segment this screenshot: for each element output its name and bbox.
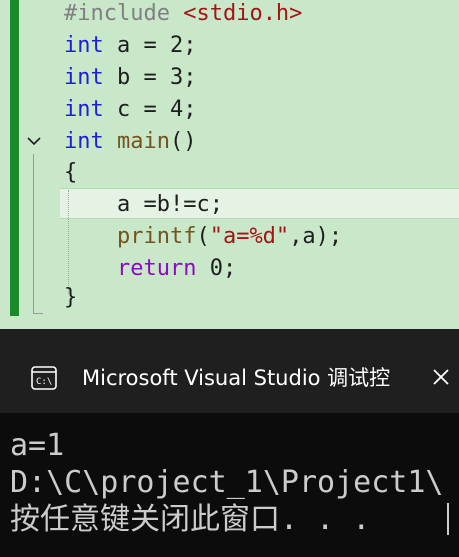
code-line-2[interactable]: int a = 2; <box>64 30 196 62</box>
code-line-7[interactable]: a =b!=c; <box>64 189 223 221</box>
code-line-6[interactable]: { <box>64 157 77 189</box>
declaration-text: c = 4; <box>103 97 197 122</box>
function-name: main <box>103 129 170 154</box>
close-button[interactable] <box>431 361 459 393</box>
declaration-text: b = 3; <box>103 65 197 90</box>
open-paren: ( <box>196 224 210 249</box>
change-indicator-bar <box>10 0 19 316</box>
code-line-1[interactable]: #include <stdio.h> <box>64 0 302 30</box>
fold-range-end <box>33 313 43 314</box>
console-output-line: a=1 <box>10 428 65 463</box>
keyword-int: int <box>64 97 104 122</box>
chevron-down-icon <box>27 137 41 146</box>
console-app-icon: C:\ <box>31 366 57 390</box>
close-brace: } <box>64 285 78 310</box>
printf-args: ,a); <box>289 224 343 249</box>
console-output-line: D:\C\project_1\Project1\ <box>10 465 444 500</box>
return-value: 0; <box>196 256 237 281</box>
code-editor[interactable]: #include <stdio.h> int a = 2; int b = 3;… <box>0 0 459 329</box>
keyword-int: int <box>64 129 104 154</box>
code-line-3[interactable]: int b = 3; <box>64 62 196 94</box>
svg-text:C:\: C:\ <box>36 377 52 387</box>
code-line-10[interactable]: } <box>64 282 77 314</box>
fold-range-line <box>33 154 34 314</box>
open-brace: { <box>64 160 78 185</box>
code-line-4[interactable]: int c = 4; <box>64 94 196 126</box>
text-cursor <box>447 503 449 535</box>
declaration-text: a = 2; <box>103 33 197 58</box>
code-line-5[interactable]: int main() <box>64 126 196 158</box>
keyword-return: return <box>64 256 197 281</box>
close-icon <box>433 369 449 385</box>
fold-toggle-button[interactable] <box>24 130 44 152</box>
console-title: Microsoft Visual Studio 调试控 <box>82 366 391 390</box>
console-output-line: 按任意键关闭此窗口. . . <box>10 502 371 537</box>
console-titlebar[interactable]: C:\ Microsoft Visual Studio 调试控 <box>0 329 459 413</box>
include-header: <stdio.h> <box>183 1 303 26</box>
assignment-statement: a =b!=c; <box>64 192 223 217</box>
parens: () <box>169 129 197 154</box>
code-line-8[interactable]: printf("a=%d",a); <box>64 221 342 253</box>
format-string: "a=%d" <box>209 224 290 249</box>
printf-call: printf <box>64 224 197 249</box>
code-line-9[interactable]: return 0; <box>64 253 236 285</box>
keyword-int: int <box>64 33 104 58</box>
preprocessor-directive: #include <box>64 1 184 26</box>
keyword-int: int <box>64 65 104 90</box>
